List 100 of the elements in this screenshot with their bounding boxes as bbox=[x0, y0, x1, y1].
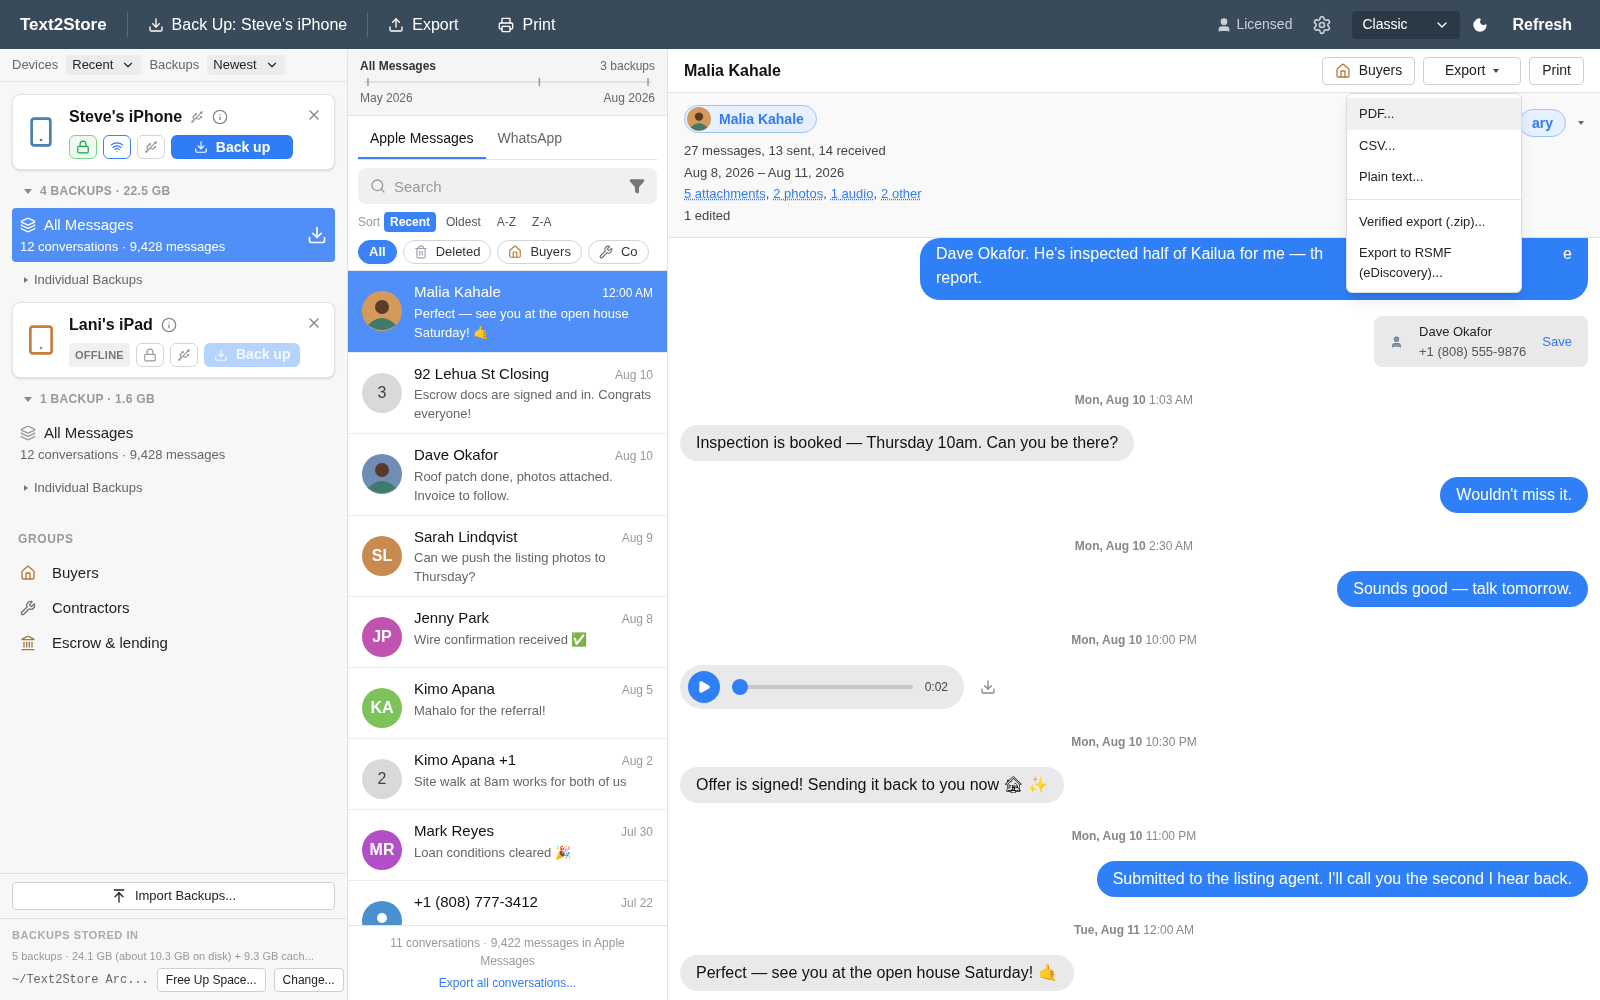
info-icon[interactable] bbox=[212, 109, 229, 125]
collapse-caret-icon[interactable] bbox=[24, 396, 32, 402]
expand-caret-icon[interactable] bbox=[24, 484, 28, 491]
group-item[interactable]: Buyers bbox=[0, 555, 347, 591]
header-button[interactable]: Buyers bbox=[1321, 56, 1416, 85]
collection-title: All Messages bbox=[44, 215, 134, 235]
conversation-stat: Aug 8, 2026 – Aug 11, 2026 bbox=[684, 163, 845, 182]
group-count-avatar: 2 bbox=[362, 759, 402, 799]
separator-comma: , bbox=[765, 185, 770, 203]
import-backups-button[interactable]: Import Backups... bbox=[12, 882, 335, 910]
initials-avatar: JP bbox=[362, 617, 402, 657]
date-separator: Mon, Aug 10 10:00 PM bbox=[1071, 632, 1197, 649]
toolbar-button[interactable]: Export bbox=[368, 12, 479, 37]
moon-icon[interactable] bbox=[1472, 16, 1489, 33]
filter-chip[interactable]: All bbox=[358, 240, 397, 264]
backup-count: 3 backups bbox=[600, 58, 655, 75]
individual-backups-link[interactable]: Individual Backups bbox=[34, 478, 143, 498]
sort-option[interactable]: Oldest bbox=[440, 212, 487, 232]
initials-avatar: KA bbox=[362, 688, 402, 728]
conversation-preview: Mahalo for the referral! bbox=[414, 701, 547, 720]
app-name: Text2Store bbox=[20, 11, 128, 38]
filter-select[interactable]: Newest bbox=[207, 55, 285, 75]
header-button[interactable]: Export bbox=[1423, 56, 1522, 85]
conversation-preview: Escrow docs are signed and in. Congrats everyone! bbox=[414, 386, 652, 423]
attachment-link[interactable]: 5 attachments bbox=[684, 184, 766, 204]
conversation-name: Dave Okafor bbox=[414, 445, 499, 465]
wrench-icon bbox=[20, 600, 36, 616]
play-button[interactable] bbox=[688, 671, 720, 703]
conversation-time: Aug 9 bbox=[621, 529, 653, 547]
download-icon[interactable] bbox=[980, 679, 996, 695]
sort-label: Sort bbox=[358, 214, 380, 231]
collapse-caret-icon[interactable] bbox=[24, 188, 32, 194]
settings-icon[interactable] bbox=[1312, 14, 1333, 35]
menu-item[interactable]: Export to RSMF (eDiscovery)... bbox=[1347, 237, 1521, 288]
offline-badge: OFFLINE bbox=[69, 342, 130, 367]
storage-button[interactable]: Change... bbox=[273, 968, 344, 992]
source-tab[interactable]: Apple Messages bbox=[358, 128, 486, 159]
collection-detail: 12 conversations · 9,428 messages bbox=[20, 445, 227, 464]
section-heading: BACKUPS STORED IN bbox=[12, 928, 140, 943]
search-field[interactable]: Search bbox=[358, 168, 657, 204]
sort-option[interactable]: Z-A bbox=[526, 212, 558, 232]
toolbar-button[interactable]: Back Up: Steve's iPhone bbox=[127, 12, 369, 37]
audio-thumb[interactable] bbox=[732, 679, 748, 695]
storage-detail: 5 backups · 24.1 GB (about 10.3 GB on disk) + 9.3 GB cach... bbox=[12, 948, 315, 964]
filter-label: Backups bbox=[149, 56, 200, 75]
conversation-time: Aug 2 bbox=[621, 753, 653, 770]
filter-icon[interactable] bbox=[629, 178, 645, 194]
date-separator: Mon, Aug 10 2:30 AM bbox=[1074, 538, 1194, 555]
filter-chip[interactable]: Buyers bbox=[497, 240, 582, 264]
group-count-avatar: 3 bbox=[362, 372, 402, 413]
theme-select[interactable]: Classic bbox=[1352, 10, 1461, 39]
menu-item[interactable]: PDF... bbox=[1347, 98, 1521, 130]
audio-duration: 0:02 bbox=[924, 679, 949, 696]
outgoing-message: Submitted to the listing agent. I'll call you the second I hear back. bbox=[1096, 861, 1588, 897]
menu-item[interactable]: CSV... bbox=[1347, 129, 1521, 161]
download-icon[interactable] bbox=[307, 225, 327, 245]
attachment-link[interactable]: 2 other bbox=[881, 184, 922, 204]
group-item[interactable]: Escrow & lending bbox=[0, 625, 347, 661]
header-button[interactable]: Print bbox=[1529, 56, 1584, 85]
storage-button[interactable]: Free Up Space... bbox=[156, 968, 266, 992]
conversation-time: 12:00 AM bbox=[602, 285, 653, 302]
filter-chip[interactable]: Deleted bbox=[402, 240, 492, 264]
audio-track[interactable] bbox=[732, 679, 913, 695]
avatar-icon bbox=[687, 107, 711, 131]
wrench-icon bbox=[598, 245, 613, 259]
individual-backups-link[interactable]: Individual Backups bbox=[34, 270, 143, 290]
back-up-button[interactable]: Back up bbox=[171, 135, 293, 159]
collection-item[interactable]: All Messages 12 conversations · 9,428 messages bbox=[12, 416, 335, 470]
house-icon bbox=[508, 245, 523, 259]
search-icon bbox=[370, 178, 386, 194]
conversation-name: +1 (808) 777-3412 bbox=[414, 892, 538, 912]
conversation-preview: Perfect — see you at the open house Saturday! 🤙 bbox=[414, 304, 630, 342]
export-all-link[interactable]: Export all conversations... bbox=[438, 974, 577, 992]
sort-option[interactable]: A-Z bbox=[490, 212, 523, 232]
outgoing-message: Wouldn't miss it. bbox=[1440, 477, 1588, 513]
filter-select[interactable]: Recent bbox=[66, 55, 142, 75]
date-separator: Mon, Aug 10 10:30 PM bbox=[1071, 734, 1197, 751]
refresh-button[interactable]: Refresh bbox=[1512, 12, 1572, 37]
menu-item[interactable]: Verified export (.zip)... bbox=[1347, 205, 1521, 237]
conversation-preview: Can we push the listing photos to Thursday? bbox=[414, 549, 607, 586]
info-icon[interactable] bbox=[160, 316, 177, 333]
sort-option[interactable]: Recent bbox=[384, 212, 437, 232]
conversation-name: Kimo Apana bbox=[414, 679, 495, 699]
expand-caret-icon[interactable] bbox=[24, 276, 28, 283]
backup-summary: 4 BACKUPS · 22.5 GB bbox=[40, 183, 171, 200]
conversation-stat: 27 messages, 13 sent, 14 received bbox=[684, 142, 886, 160]
separator-comma: , bbox=[823, 185, 827, 203]
conversation-preview: Site walk at 8am works for both of us bbox=[414, 772, 628, 791]
conversation-time: Jul 22 bbox=[620, 895, 653, 912]
filter-chip[interactable]: Co bbox=[587, 240, 649, 264]
device-name: Lani's iPad bbox=[69, 314, 153, 335]
date-separator: Mon, Aug 10 1:03 AM bbox=[1074, 392, 1194, 409]
group-item[interactable]: Contractors bbox=[0, 590, 347, 626]
separator-comma: , bbox=[873, 185, 878, 203]
menu-item[interactable]: Plain text... bbox=[1347, 161, 1521, 193]
source-tab[interactable]: WhatsApp bbox=[485, 128, 575, 159]
initials-avatar: SL bbox=[362, 535, 402, 576]
caret-icon[interactable] bbox=[1578, 121, 1584, 125]
date-separator: Tue, Aug 11 12:00 AM bbox=[1073, 922, 1195, 939]
toolbar-button[interactable]: Print bbox=[478, 12, 576, 37]
